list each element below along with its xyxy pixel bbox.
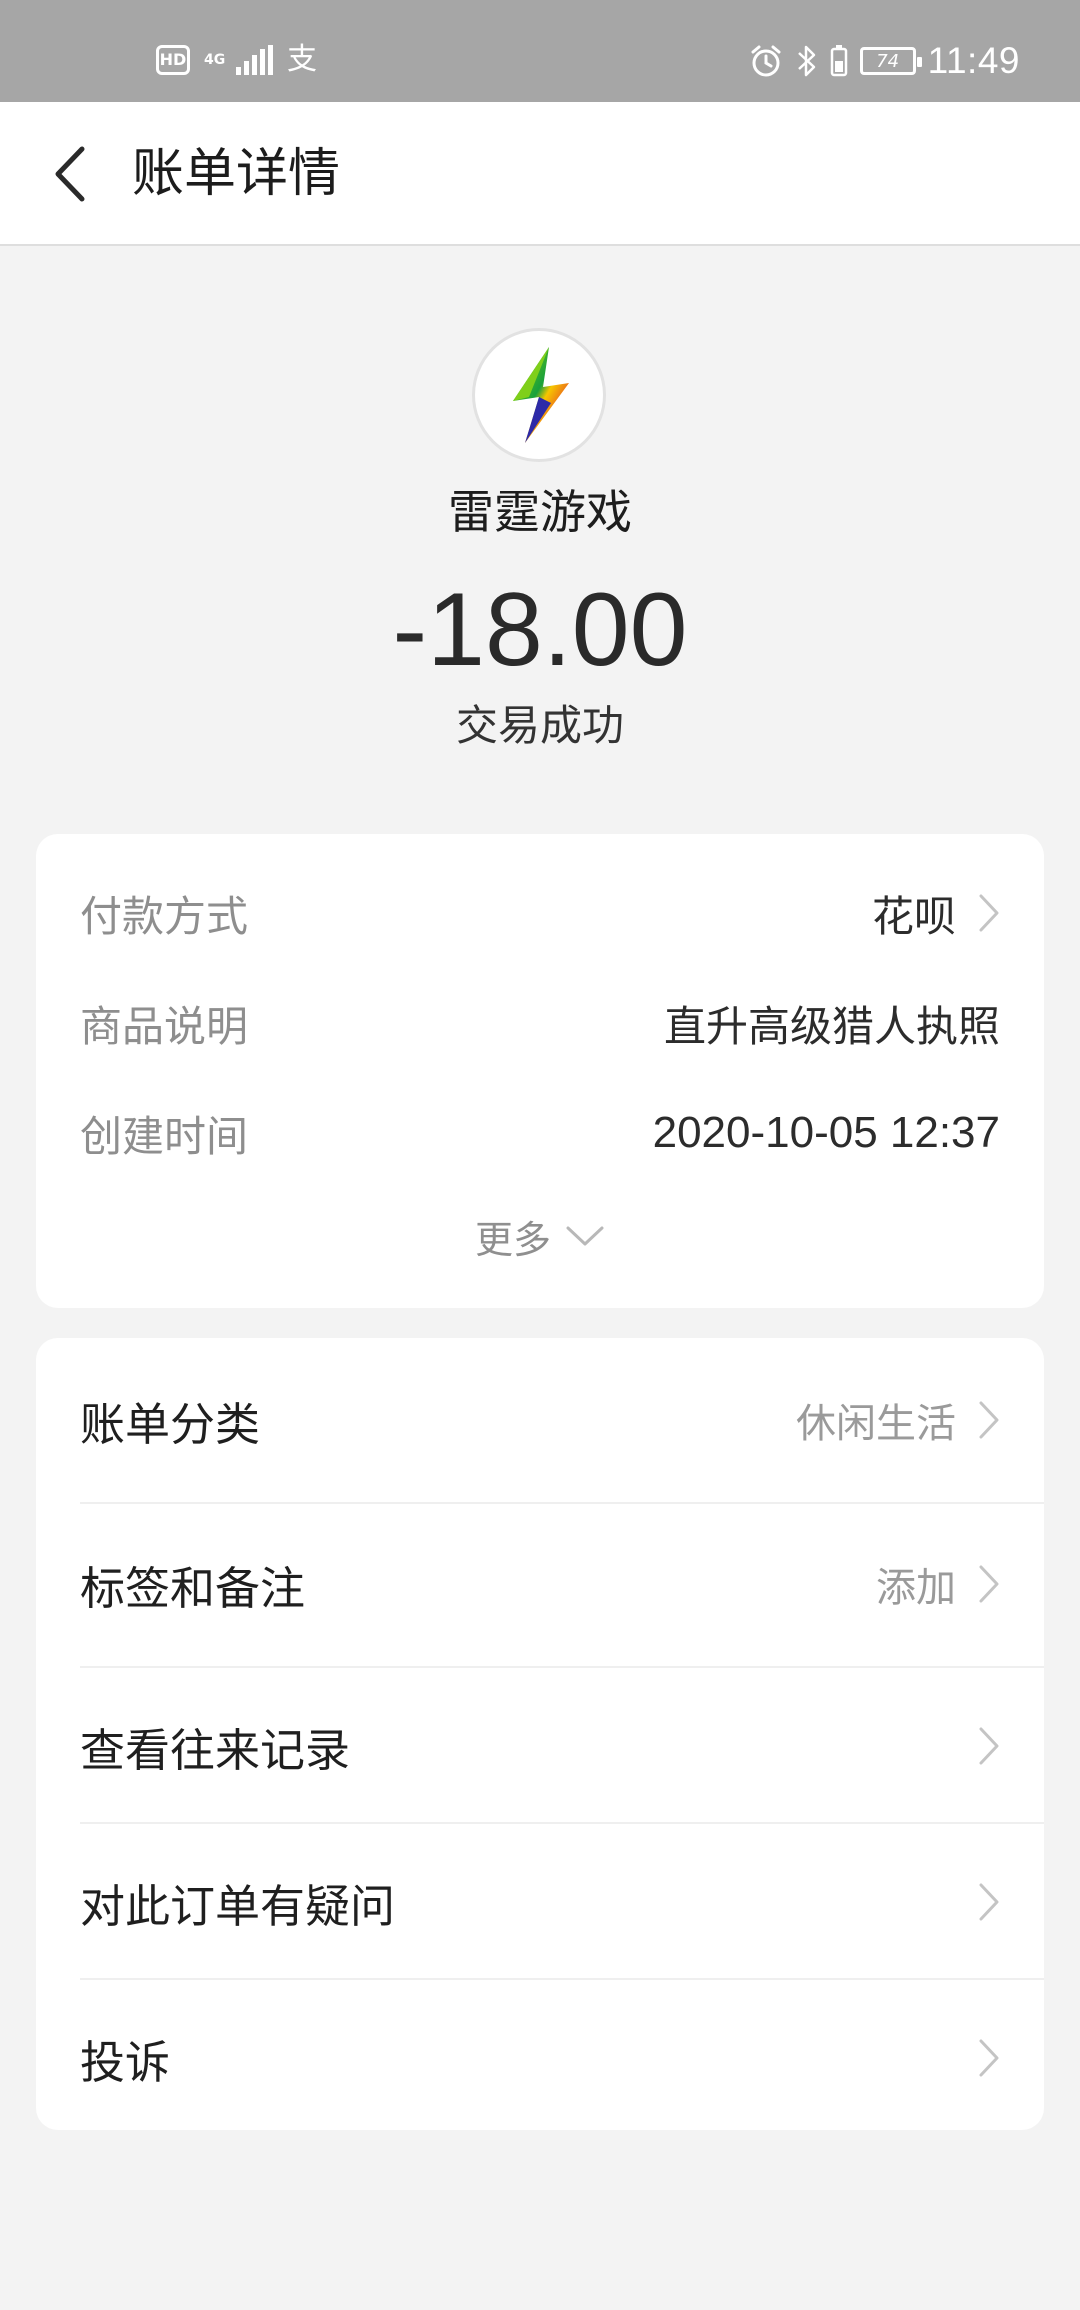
complaint-right — [978, 2038, 1000, 2078]
chevron-right-icon — [979, 1727, 999, 1765]
bill-category-right: 休闲生活 — [796, 1391, 1000, 1449]
complaint-label: 投诉 — [80, 2035, 171, 2089]
divider — [80, 1666, 1044, 1668]
list-item-complaint[interactable]: 投诉 — [80, 2022, 1000, 2094]
created-time-row: 创建时间 2020-10-05 12:37 — [80, 1098, 1000, 1168]
bill-category-value: 休闲生活 — [796, 1401, 956, 1447]
alarm-icon — [751, 45, 781, 77]
back-arrow-icon — [55, 146, 85, 202]
payment-method-value-group: 花呗 — [872, 883, 1000, 944]
transaction-status: 交易成功 — [455, 701, 624, 750]
product-value: 直升高级猎人执照 — [663, 1001, 1000, 1051]
tags-notes-label: 标签和备注 — [80, 1561, 306, 1615]
more-toggle[interactable]: 更多 — [36, 1204, 1044, 1268]
chevron-right-icon — [979, 1883, 999, 1921]
history-label: 查看往来记录 — [80, 1723, 351, 1777]
back-button[interactable] — [40, 142, 100, 206]
lightning-logo-icon — [513, 347, 569, 443]
network-type: 4G — [204, 52, 226, 68]
list-item-order-question[interactable]: 对此订单有疑问 — [80, 1866, 1000, 1938]
payment-method-value: 花呗 — [871, 891, 956, 941]
chevron-right-icon — [979, 1401, 999, 1439]
list-item-tags-notes[interactable]: 标签和备注 添加 — [80, 1548, 1000, 1620]
status-time: 11:49 — [927, 40, 1020, 81]
status-bar: HD 4G 支 74 11:49 — [0, 0, 1080, 102]
list-item-history[interactable]: 查看往来记录 — [80, 1710, 1000, 1782]
product-row: 商品说明 直升高级猎人执照 — [80, 988, 1000, 1058]
hd-icon: HD — [156, 45, 190, 75]
created-time-label: 创建时间 — [80, 1111, 249, 1161]
app-header: 账单详情 — [0, 102, 1080, 246]
bluetooth-icon — [797, 45, 815, 77]
history-right — [978, 1726, 1000, 1766]
tags-notes-right: 添加 — [876, 1555, 1000, 1613]
payment-method-row[interactable]: 付款方式 花呗 — [80, 878, 1000, 948]
transaction-amount: -18.00 — [392, 572, 688, 688]
merchant-name: 雷霆游戏 — [448, 485, 632, 539]
order-question-right — [978, 1882, 1000, 1922]
alipay-notification-icon: 支 — [287, 42, 317, 77]
status-right: 74 11:49 — [748, 36, 1020, 86]
payment-method-label: 付款方式 — [80, 891, 249, 941]
created-time-value: 2020-10-05 12:37 — [652, 1108, 1000, 1157]
chevron-right-icon — [979, 2039, 999, 2077]
page-title: 账单详情 — [132, 144, 341, 204]
chevron-right-icon — [979, 1565, 999, 1603]
bill-category-label: 账单分类 — [80, 1397, 261, 1451]
divider — [80, 1978, 1044, 1980]
status-left: HD 4G 支 — [156, 40, 317, 80]
merchant-logo — [472, 328, 606, 462]
product-label: 商品说明 — [80, 1001, 249, 1051]
divider — [80, 1822, 1044, 1824]
divider — [80, 1502, 1044, 1504]
chevron-down-icon — [566, 1226, 604, 1246]
tags-notes-value: 添加 — [876, 1565, 956, 1611]
order-question-label: 对此订单有疑问 — [80, 1879, 396, 1933]
more-label: 更多 — [474, 1217, 551, 1262]
battery-icon: 74 — [859, 47, 922, 75]
actions-card: 账单分类 休闲生活 标签和备注 添加 查看往来记录 对此订单有疑问 投诉 — [36, 1338, 1044, 2130]
vibrate-battery-icon — [830, 45, 847, 77]
signal-icon — [236, 45, 273, 75]
chevron-right-icon — [979, 894, 999, 932]
list-item-bill-category[interactable]: 账单分类 休闲生活 — [80, 1384, 1000, 1456]
